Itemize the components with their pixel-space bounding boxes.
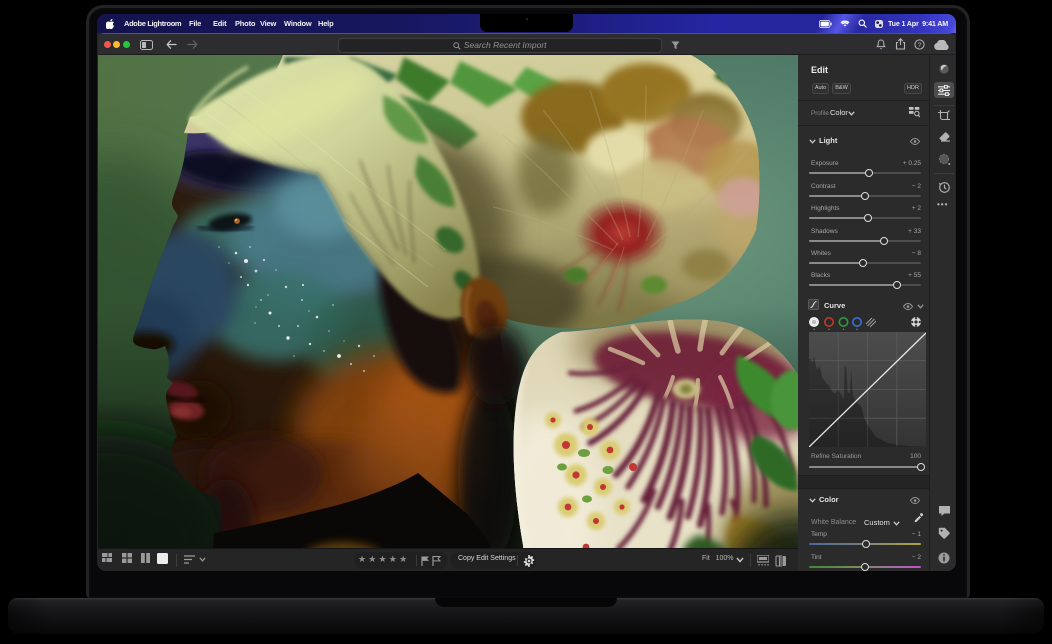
- svg-text:?: ?: [918, 42, 922, 49]
